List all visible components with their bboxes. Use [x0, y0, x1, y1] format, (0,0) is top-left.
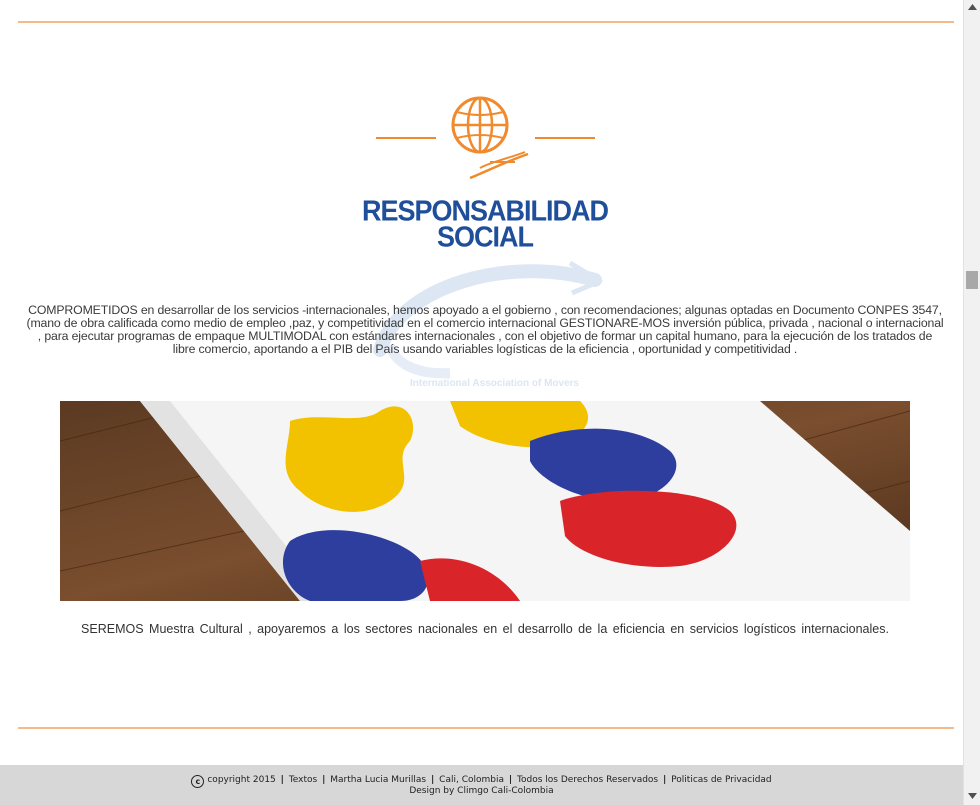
footer: c copyright 2015 | Textos | Martha Lucia … — [0, 765, 963, 805]
footer-location: Cali, Colombia — [439, 775, 504, 785]
footer-author: Martha Lucia Murillas — [330, 775, 427, 785]
caption-text: SEREMOS Muestra Cultural , apoyaremos a … — [81, 622, 889, 636]
watermark-text: International Association of Movers — [410, 378, 580, 389]
scroll-down-arrow-icon[interactable] — [964, 789, 980, 803]
intro-paragraph: COMPROMETIDOS en desarrollar de los serv… — [26, 303, 944, 356]
copyright-text: copyright 2015 — [207, 775, 276, 785]
footer-link-textos[interactable]: Textos — [289, 775, 317, 785]
bottom-divider — [18, 727, 954, 729]
scrollbar-thumb[interactable] — [966, 271, 978, 289]
footer-rights: Todos los Derechos Reservados — [517, 775, 659, 785]
responsabilidad-social-logo: RESPONSABILIDAD SOCIAL — [340, 92, 630, 252]
scroll-up-arrow-icon[interactable] — [964, 0, 980, 14]
vertical-scrollbar[interactable] — [963, 0, 980, 805]
colombia-flag-map-image — [60, 401, 910, 601]
logo-title-line2: SOCIAL — [436, 221, 534, 253]
footer-link-privacy[interactable]: Politicas de Privacidad — [671, 775, 771, 785]
globe-hand-icon — [376, 96, 595, 180]
page: International Association of Movers RESP… — [0, 0, 963, 805]
footer-design-credit[interactable]: Design by Climgo Cali-Colombia — [0, 786, 963, 796]
top-divider — [18, 21, 954, 23]
